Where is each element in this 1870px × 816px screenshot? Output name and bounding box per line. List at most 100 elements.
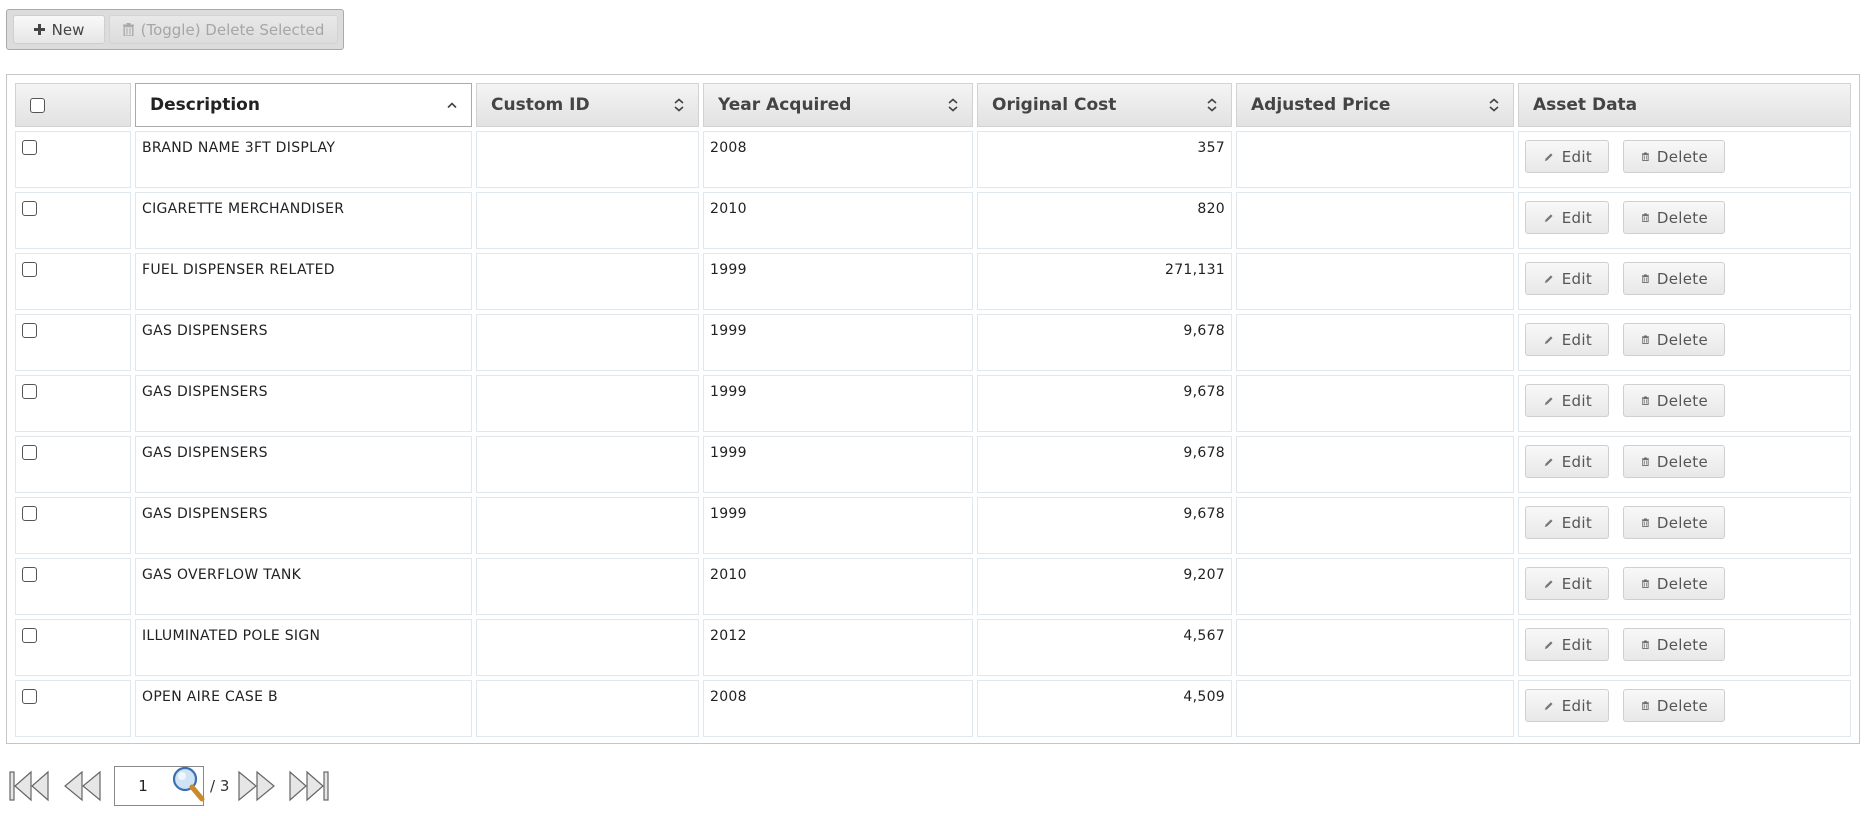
cell-year-acquired: 2010 (703, 558, 973, 615)
row-select-cell (15, 436, 131, 493)
edit-button-label: Edit (1561, 330, 1592, 349)
edit-button[interactable]: Edit (1525, 262, 1609, 295)
row-checkbox[interactable] (22, 628, 37, 643)
edit-button[interactable]: Edit (1525, 689, 1609, 722)
delete-button[interactable]: Delete (1623, 567, 1725, 600)
delete-button[interactable]: Delete (1623, 506, 1725, 539)
edit-button[interactable]: Edit (1525, 384, 1609, 417)
delete-button-label: Delete (1656, 391, 1708, 410)
cell-description: OPEN AIRE CASE B (135, 680, 472, 737)
cell-description: GAS OVERFLOW TANK (135, 558, 472, 615)
cell-asset-data: Edit Delete (1518, 497, 1851, 554)
first-page-icon[interactable] (9, 770, 51, 802)
cell-description: BRAND NAME 3FT DISPLAY (135, 131, 472, 188)
cell-description: ILLUMINATED POLE SIGN (135, 619, 472, 676)
row-checkbox[interactable] (22, 689, 37, 704)
edit-button[interactable]: Edit (1525, 140, 1609, 173)
cell-adjusted-price (1236, 558, 1514, 615)
row-checkbox[interactable] (22, 384, 37, 399)
cell-adjusted-price (1236, 680, 1514, 737)
new-button[interactable]: New (13, 15, 105, 44)
column-label-asset-data: Asset Data (1533, 95, 1638, 115)
cell-original-cost: 820 (977, 192, 1232, 249)
delete-button[interactable]: Delete (1623, 140, 1725, 173)
delete-button[interactable]: Delete (1623, 689, 1725, 722)
row-select-cell (15, 253, 131, 310)
cell-description: GAS DISPENSERS (135, 436, 472, 493)
table-row: ILLUMINATED POLE SIGN 2012 4,567 Edit Delete (15, 619, 1851, 676)
edit-button[interactable]: Edit (1525, 445, 1609, 478)
row-checkbox[interactable] (22, 201, 37, 216)
cell-original-cost: 357 (977, 131, 1232, 188)
row-checkbox[interactable] (22, 445, 37, 460)
edit-button[interactable]: Edit (1525, 567, 1609, 600)
cell-asset-data: Edit Delete (1518, 131, 1851, 188)
next-page-icon[interactable] (235, 770, 277, 802)
cell-adjusted-price (1236, 253, 1514, 310)
pencil-icon (1544, 518, 1553, 527)
cell-custom-id (476, 131, 699, 188)
row-checkbox[interactable] (22, 262, 37, 277)
delete-selected-button[interactable]: (Toggle) Delete Selected (109, 15, 338, 44)
cell-custom-id (476, 680, 699, 737)
row-checkbox[interactable] (22, 323, 37, 338)
pencil-icon (1544, 457, 1553, 466)
cell-year-acquired: 2008 (703, 680, 973, 737)
new-button-label: New (51, 20, 85, 39)
edit-button[interactable]: Edit (1525, 628, 1609, 661)
search-icon[interactable] (171, 765, 207, 805)
column-header-custom-id[interactable]: Custom ID (476, 83, 699, 127)
column-header-year-acquired[interactable]: Year Acquired (703, 83, 973, 127)
column-header-adjusted-price[interactable]: Adjusted Price (1236, 83, 1514, 127)
row-checkbox[interactable] (22, 506, 37, 521)
cell-year-acquired: 1999 (703, 436, 973, 493)
row-checkbox[interactable] (22, 567, 37, 582)
cell-year-acquired: 1999 (703, 253, 973, 310)
pencil-icon (1544, 335, 1553, 344)
previous-page-icon[interactable] (62, 770, 104, 802)
trash-icon (1642, 396, 1649, 406)
cell-asset-data: Edit Delete (1518, 314, 1851, 371)
last-page-icon[interactable] (287, 770, 329, 802)
cell-asset-data: Edit Delete (1518, 253, 1851, 310)
cell-description: GAS DISPENSERS (135, 314, 472, 371)
cell-original-cost: 9,207 (977, 558, 1232, 615)
cell-year-acquired: 1999 (703, 375, 973, 432)
cell-original-cost: 271,131 (977, 253, 1232, 310)
column-header-original-cost[interactable]: Original Cost (977, 83, 1232, 127)
asset-table: Description Custom ID Year Acquired Orig… (11, 79, 1855, 741)
pencil-icon (1544, 152, 1553, 161)
edit-button[interactable]: Edit (1525, 323, 1609, 356)
delete-button[interactable]: Delete (1623, 323, 1725, 356)
sort-icon (1489, 98, 1499, 112)
row-checkbox[interactable] (22, 140, 37, 155)
delete-button[interactable]: Delete (1623, 201, 1725, 234)
edit-button[interactable]: Edit (1525, 201, 1609, 234)
delete-button-label: Delete (1656, 513, 1708, 532)
cell-description: GAS DISPENSERS (135, 375, 472, 432)
header-row: Description Custom ID Year Acquired Orig… (15, 83, 1851, 127)
page-number-input[interactable] (121, 776, 165, 796)
cell-custom-id (476, 253, 699, 310)
delete-button[interactable]: Delete (1623, 262, 1725, 295)
row-select-cell (15, 192, 131, 249)
delete-button[interactable]: Delete (1623, 628, 1725, 661)
delete-button[interactable]: Delete (1623, 445, 1725, 478)
sort-icon (1207, 98, 1217, 112)
column-header-description[interactable]: Description (135, 83, 472, 127)
page-total: / 3 (210, 777, 230, 795)
grid-toolbar: New (Toggle) Delete Selected (6, 9, 344, 50)
cell-adjusted-price (1236, 436, 1514, 493)
edit-button[interactable]: Edit (1525, 506, 1609, 539)
delete-button[interactable]: Delete (1623, 384, 1725, 417)
delete-button-label: Delete (1656, 574, 1708, 593)
pencil-icon (1544, 213, 1553, 222)
cell-year-acquired: 1999 (703, 314, 973, 371)
cell-asset-data: Edit Delete (1518, 375, 1851, 432)
page-number-box (114, 765, 207, 806)
row-select-cell (15, 680, 131, 737)
table-row: GAS DISPENSERS 1999 9,678 Edit Delete (15, 497, 1851, 554)
cell-adjusted-price (1236, 314, 1514, 371)
select-all-checkbox[interactable] (30, 97, 45, 113)
cell-original-cost: 4,509 (977, 680, 1232, 737)
